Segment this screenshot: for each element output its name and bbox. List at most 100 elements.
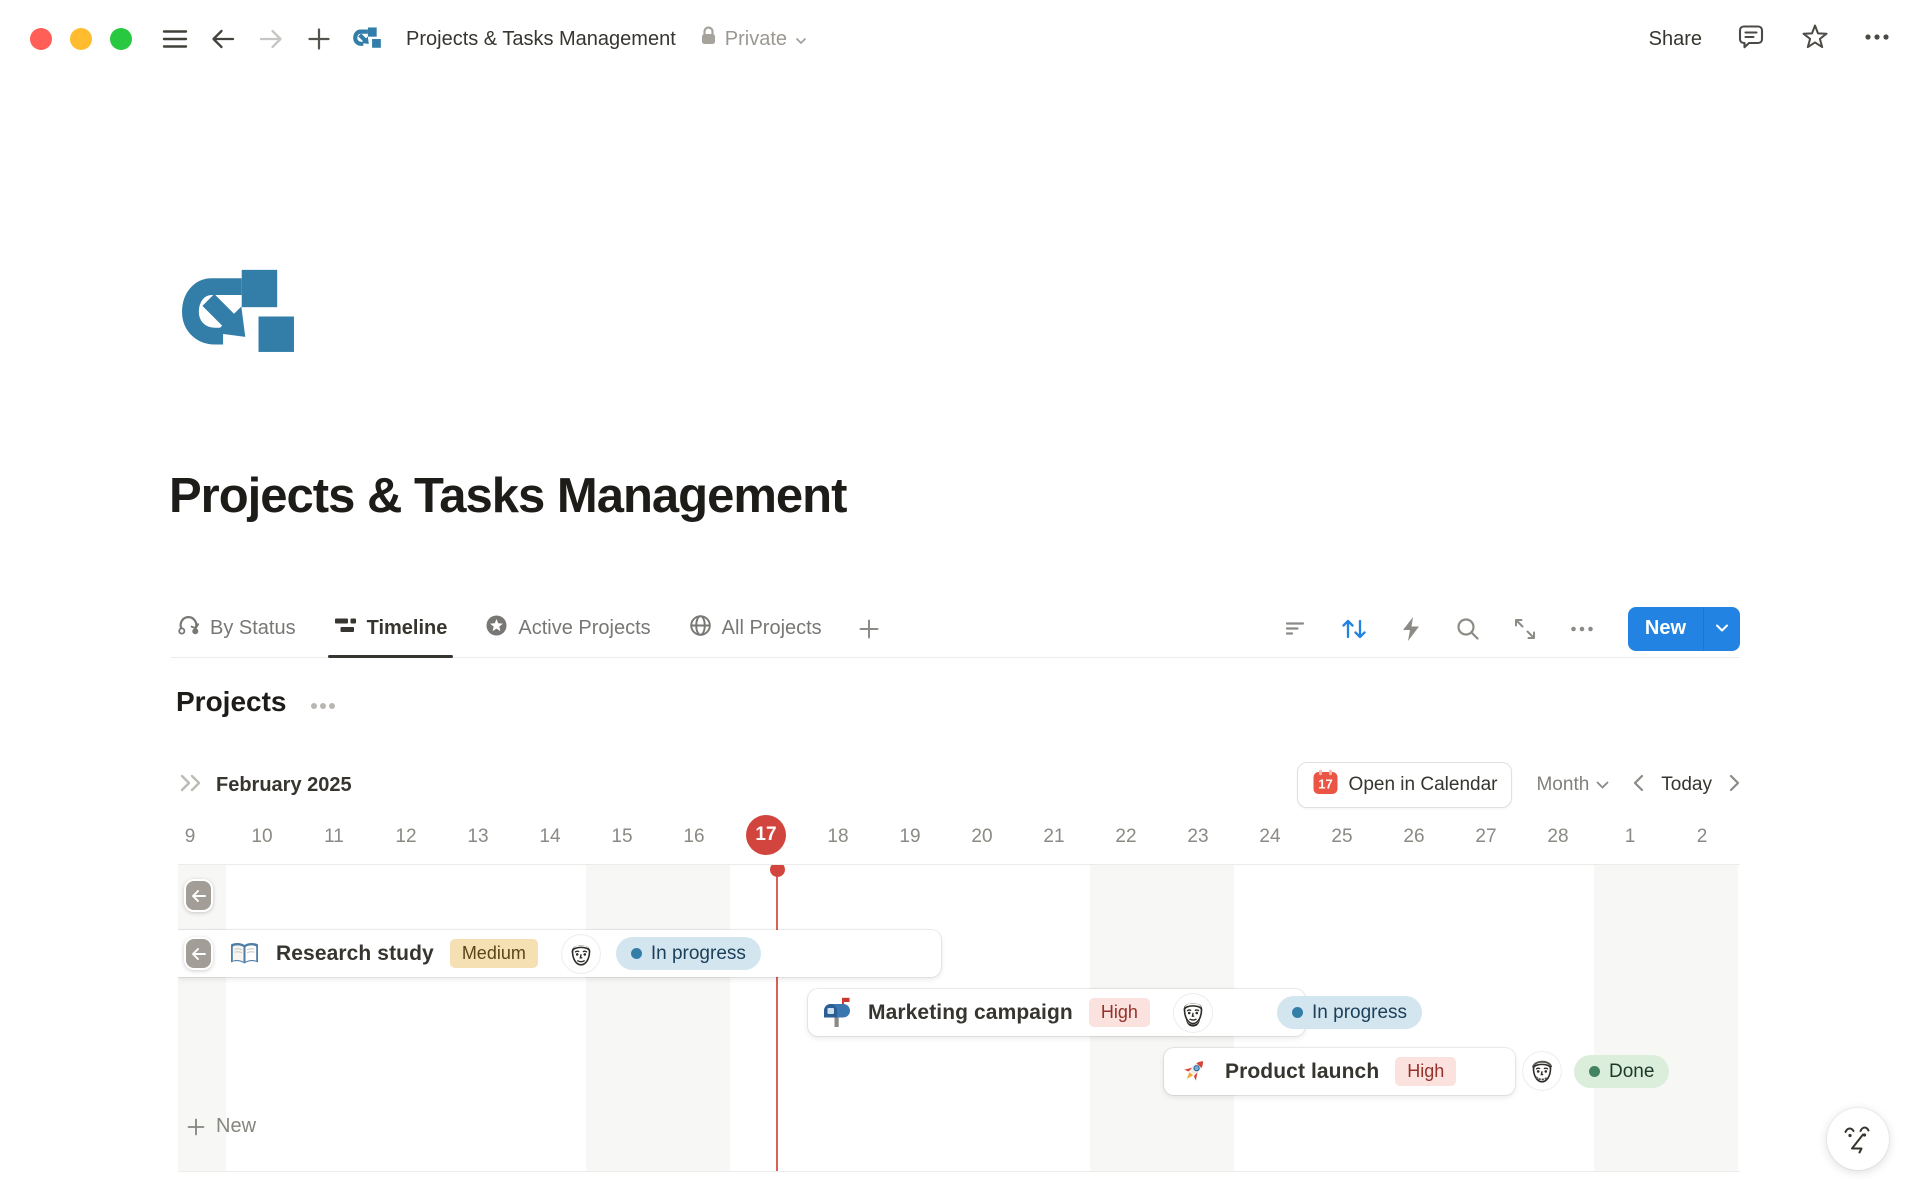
- tab-timeline[interactable]: Timeline: [328, 600, 454, 657]
- share-button[interactable]: Share: [1649, 28, 1702, 51]
- new-button[interactable]: New: [1628, 607, 1740, 651]
- day-cell: 21: [1018, 814, 1090, 860]
- task-title: Marketing campaign: [868, 1001, 1073, 1025]
- tab-label: All Projects: [722, 617, 822, 640]
- chevrons-right-icon[interactable]: [178, 772, 206, 799]
- close-window-button[interactable]: [30, 28, 52, 50]
- add-view-button[interactable]: [854, 614, 884, 644]
- priority-badge: High: [1089, 998, 1150, 1027]
- day-cell: 25: [1306, 814, 1378, 860]
- globe-icon: [689, 614, 712, 643]
- priority-badge: Medium: [450, 939, 538, 968]
- open-in-calendar-label: Open in Calendar: [1349, 774, 1498, 796]
- collection-header: Projects: [176, 686, 337, 718]
- day-cell: 15: [586, 814, 658, 860]
- day-cell: 11: [298, 814, 370, 860]
- prev-period-icon[interactable]: [1633, 774, 1644, 797]
- day-cell: 20: [946, 814, 1018, 860]
- star-circle-icon: [485, 614, 508, 643]
- offscreen-task-indicator[interactable]: [184, 879, 213, 912]
- assignee-avatar-man-beard: [1174, 994, 1212, 1032]
- timeline-icon: [334, 614, 357, 643]
- today-line: [776, 865, 778, 1171]
- status-label: Done: [1609, 1061, 1654, 1083]
- timeline-header: February 2025 17 Open in Calendar Month: [178, 760, 1740, 810]
- day-cell: 23: [1162, 814, 1234, 860]
- status-dot: [1589, 1066, 1600, 1077]
- day-cell: 9: [178, 814, 226, 860]
- scale-label: Month: [1536, 774, 1589, 796]
- timeline-grid[interactable]: New Research studyMediumIn progressMarke…: [178, 864, 1740, 1172]
- timeline-month-label[interactable]: February 2025: [216, 774, 352, 797]
- comments-icon[interactable]: [1736, 22, 1766, 57]
- view-bar: By Status Timeline Active Projects: [171, 600, 1740, 658]
- search-icon[interactable]: [1453, 614, 1483, 644]
- assignee-avatar-man-dark-hair: [562, 935, 600, 973]
- task-card[interactable]: Product launch High: [1164, 1048, 1515, 1095]
- new-page-icon[interactable]: [302, 22, 336, 56]
- day-cell: 12: [370, 814, 442, 860]
- day-cell: 27: [1450, 814, 1522, 860]
- chevron-down-icon: [795, 28, 807, 51]
- timeline-scale-select[interactable]: Month: [1536, 774, 1609, 796]
- page-logo-small: [350, 22, 384, 56]
- today-button[interactable]: Today: [1661, 774, 1712, 796]
- minimize-window-button[interactable]: [70, 28, 92, 50]
- day-cell: 22: [1090, 814, 1162, 860]
- more-options-icon[interactable]: [1864, 24, 1890, 55]
- new-button-caret[interactable]: [1704, 607, 1740, 651]
- date-row-inner: 9101112131415161718192021222324252627281…: [178, 814, 1738, 860]
- day-cell: 26: [1378, 814, 1450, 860]
- day-cell: 18: [802, 814, 874, 860]
- tab-by-status[interactable]: By Status: [171, 600, 302, 657]
- privacy-label: Private: [725, 28, 787, 51]
- open-in-calendar-button[interactable]: 17 Open in Calendar: [1297, 762, 1513, 808]
- back-icon[interactable]: [206, 22, 240, 56]
- filter-icon[interactable]: [1282, 614, 1312, 644]
- status-icon: [177, 614, 200, 643]
- mailbox-icon: [822, 997, 852, 1028]
- new-button-label[interactable]: New: [1628, 607, 1703, 651]
- sort-icon[interactable]: [1339, 614, 1369, 644]
- sidebar-toggle-icon[interactable]: [158, 22, 192, 56]
- notion-window: Projects & Tasks Management Private Shar…: [0, 0, 1920, 1200]
- book-icon: [229, 941, 260, 967]
- collection-title[interactable]: Projects: [176, 686, 287, 718]
- status-dot: [631, 948, 642, 959]
- task-card[interactable]: Marketing campaign High: [808, 989, 1305, 1036]
- privacy-dropdown[interactable]: Private: [700, 25, 807, 53]
- notion-ai-face-button[interactable]: [1827, 1108, 1889, 1170]
- page-icon-logo[interactable]: [182, 268, 294, 365]
- task-title: Product launch: [1225, 1060, 1379, 1084]
- expand-icon[interactable]: [1510, 614, 1540, 644]
- view-toolbar: New: [1282, 607, 1740, 651]
- zoom-window-button[interactable]: [110, 28, 132, 50]
- favorite-star-icon[interactable]: [1800, 22, 1830, 57]
- status-pill: In progress: [1277, 996, 1422, 1029]
- next-period-icon[interactable]: [1729, 774, 1740, 797]
- tab-label: Active Projects: [518, 617, 650, 640]
- assignee-avatar-man-gray-hair: [1523, 1052, 1561, 1090]
- scroll-to-task-button[interactable]: [184, 937, 213, 970]
- day-cell: 2: [1666, 814, 1738, 860]
- window-controls: [30, 28, 132, 50]
- collection-menu-icon[interactable]: [309, 686, 337, 718]
- date-row: 9101112131415161718192021222324252627281…: [178, 814, 1740, 860]
- tab-label: Timeline: [367, 617, 448, 640]
- forward-icon[interactable]: [254, 22, 288, 56]
- today-badge: 17: [746, 815, 786, 855]
- tab-active-projects[interactable]: Active Projects: [479, 600, 656, 657]
- new-task-label: New: [216, 1115, 256, 1138]
- task-card[interactable]: Research studyMediumIn progress: [178, 930, 941, 977]
- new-task-row[interactable]: New: [186, 1115, 256, 1138]
- day-cell: 16: [658, 814, 730, 860]
- page-title[interactable]: Projects & Tasks Management: [169, 468, 846, 524]
- breadcrumb-page-title[interactable]: Projects & Tasks Management: [406, 28, 676, 51]
- automations-lightning-icon[interactable]: [1396, 614, 1426, 644]
- more-view-options-icon[interactable]: [1567, 614, 1597, 644]
- priority-badge: High: [1395, 1057, 1456, 1086]
- task-title: Research study: [276, 942, 434, 966]
- tab-label: By Status: [210, 617, 296, 640]
- scroll-to-task-button[interactable]: [184, 879, 213, 912]
- tab-all-projects[interactable]: All Projects: [683, 600, 828, 657]
